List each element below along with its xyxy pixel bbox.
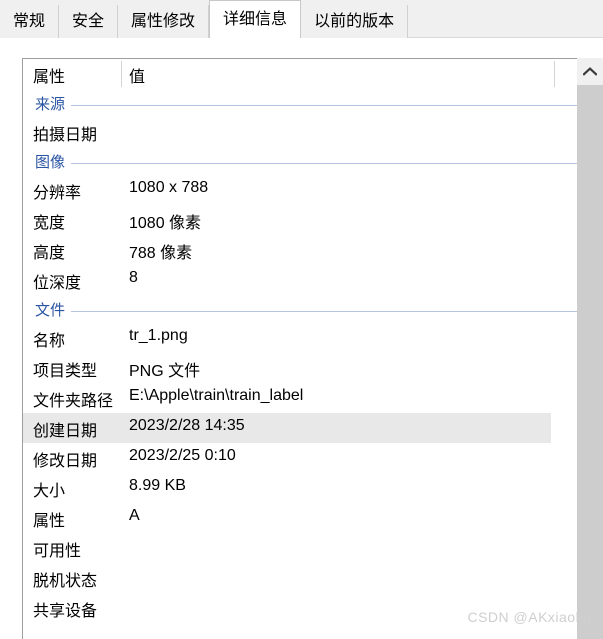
column-divider-right[interactable] xyxy=(554,61,555,87)
property-row[interactable]: 修改日期 2023/2/25 0:10 xyxy=(23,443,603,473)
property-value-cell[interactable]: A xyxy=(129,507,140,525)
column-header-row: 属性 值 xyxy=(23,59,603,89)
details-property-panel: 属性 值 来源拍摄日期图像分辨率 1080 x 788 宽度 1080 像素高度 788… xyxy=(22,58,603,639)
property-name-cell: 宽度 xyxy=(33,215,66,232)
property-row[interactable]: 可用性 xyxy=(23,533,603,563)
property-name-cell: 共享设备 xyxy=(33,603,98,620)
property-row[interactable]: 高度 788 像素 xyxy=(23,235,603,265)
property-name-cell: 大小 xyxy=(33,483,66,500)
watermark-text: CSDN @AKxiaokui xyxy=(467,609,595,625)
section-header-label: 图像 xyxy=(35,153,66,171)
section-header-row: 文件 xyxy=(23,295,603,323)
property-name-cell: 修改日期 xyxy=(33,453,98,470)
property-name-cell: 拍摄日期 xyxy=(33,127,98,144)
property-row[interactable]: 项目类型 PNG 文件 xyxy=(23,353,603,383)
property-row[interactable]: 大小 8.99 KB xyxy=(23,473,603,503)
column-header-property[interactable]: 属性 xyxy=(33,63,65,87)
tab-strip: 常规 安全 属性修改 详细信息 以前的版本 xyxy=(0,0,603,38)
property-row[interactable]: 位深度 8 xyxy=(23,265,603,295)
property-row[interactable]: 属性 A xyxy=(23,503,603,533)
scrollbar-thumb[interactable] xyxy=(577,85,603,639)
property-value-cell[interactable]: 788 像素 xyxy=(129,239,192,263)
tab-2[interactable]: 属性修改 xyxy=(118,5,210,38)
property-row[interactable]: 脱机状态 xyxy=(23,563,603,593)
property-name-cell: 项目类型 xyxy=(33,363,98,380)
property-value-cell[interactable]: 2023/2/25 0:10 xyxy=(129,447,236,465)
vertical-scrollbar[interactable] xyxy=(577,58,603,639)
tab-1[interactable]: 安全 xyxy=(59,5,119,38)
property-row[interactable]: 名称 tr_1.png xyxy=(23,323,603,353)
property-value-cell[interactable]: 8.99 KB xyxy=(129,477,186,495)
tab-list: 常规 安全 属性修改 详细信息 以前的版本 xyxy=(0,0,409,38)
section-header-rule xyxy=(71,104,577,106)
property-row[interactable]: 文件夹路径 E:\Apple\train\train_label xyxy=(23,383,603,413)
property-value-cell[interactable]: E:\Apple\train\train_label xyxy=(129,387,303,405)
property-value-cell[interactable]: 1080 x 788 xyxy=(129,179,208,197)
section-header-label: 来源 xyxy=(35,95,66,113)
tab-0[interactable]: 常规 xyxy=(0,5,60,38)
tab-4[interactable]: 以前的版本 xyxy=(301,5,409,38)
property-rows-container: 来源 拍摄日期 图像 分辨率 1080 x 788 宽度 1080 像素 高度 788 像素 位深… xyxy=(23,89,603,623)
property-row[interactable]: 创建日期 2023/2/28 14:35 xyxy=(23,413,551,443)
scroll-up-button[interactable] xyxy=(577,58,603,84)
column-divider[interactable] xyxy=(121,61,122,87)
property-name-cell: 分辨率 xyxy=(33,185,82,202)
property-value-cell[interactable]: PNG 文件 xyxy=(129,357,200,381)
property-name-cell: 位深度 xyxy=(33,275,82,292)
property-row[interactable]: 宽度 1080 像素 xyxy=(23,205,603,235)
property-name-cell: 可用性 xyxy=(33,543,82,560)
property-name-cell: 属性 xyxy=(33,513,66,530)
property-name-cell: 高度 xyxy=(33,245,66,262)
property-value-cell[interactable]: tr_1.png xyxy=(129,327,188,345)
tab-3[interactable]: 详细信息 xyxy=(209,0,302,38)
property-row[interactable]: 分辨率 1080 x 788 xyxy=(23,175,603,205)
chevron-up-icon xyxy=(583,66,597,76)
property-row[interactable]: 拍摄日期 xyxy=(23,117,603,147)
property-name-cell: 文件夹路径 xyxy=(33,393,114,410)
section-header-label: 文件 xyxy=(35,301,66,319)
section-header-rule xyxy=(71,310,577,312)
property-value-cell[interactable]: 1080 像素 xyxy=(129,209,201,233)
property-name-cell: 脱机状态 xyxy=(33,573,98,590)
property-value-cell[interactable]: 8 xyxy=(129,269,138,287)
column-header-value[interactable]: 值 xyxy=(129,63,145,87)
section-header-row: 来源 xyxy=(23,89,603,117)
section-header-row: 图像 xyxy=(23,147,603,175)
property-name-cell: 创建日期 xyxy=(33,423,98,440)
property-name-cell: 名称 xyxy=(33,333,66,350)
property-value-cell[interactable]: 2023/2/28 14:35 xyxy=(129,417,245,435)
section-header-rule xyxy=(71,162,577,164)
